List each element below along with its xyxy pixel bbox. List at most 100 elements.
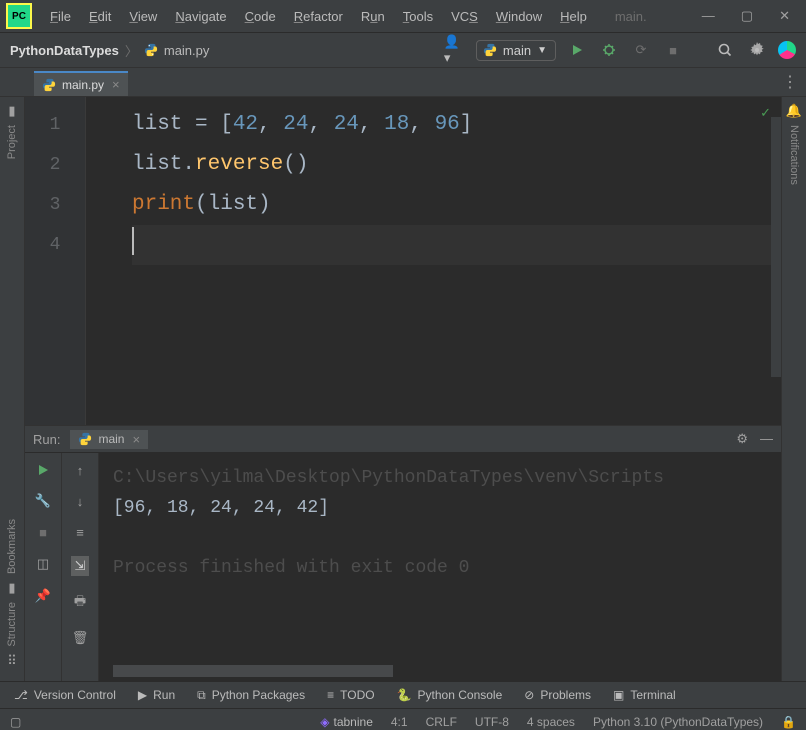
titlebar-context: main. [615,9,647,24]
run-button[interactable] [566,39,588,61]
code-editor[interactable]: 1 2 3 4 list = [42, 24, 24, 18, 96] list… [25,97,781,425]
window-maximize-icon[interactable]: ▢ [741,8,753,24]
menu-window[interactable]: Window [496,9,542,24]
left-sidebar: ▮ Project Bookmarks ▮ Structure ⠿ [0,97,25,681]
breadcrumb-file[interactable]: main.py [164,43,210,58]
status-cursor-pos[interactable]: 4:1 [391,715,408,729]
status-lock-icon[interactable]: 🔒 [781,715,796,729]
sidebar-notifications[interactable]: Notifications [788,125,800,185]
down-arrow-icon[interactable]: ↓ [77,494,84,509]
code-with-me-icon[interactable] [778,41,796,59]
stop-icon[interactable]: ■ [39,525,47,540]
up-arrow-icon[interactable]: ↑ [77,463,84,478]
status-indent[interactable]: 4 spaces [527,715,575,729]
status-line-sep[interactable]: CRLF [426,715,457,729]
sidebar-project[interactable]: Project [6,125,18,159]
user-icon[interactable]: 👤▾ [444,39,466,61]
menu-file[interactable]: File [50,9,71,24]
status-tabnine[interactable]: ◈tabnine [320,715,373,729]
run-output[interactable]: C:\Users\yilma\Desktop\PythonDataTypes\v… [99,453,781,681]
play-icon: ▶ [138,688,147,702]
run-tab-label: main [98,432,124,446]
status-interpreter[interactable]: Python 3.10 (PythonDataTypes) [593,715,763,729]
right-sidebar: 🔔 Notifications [781,97,806,681]
menu-edit[interactable]: Edit [89,9,111,24]
wrench-icon[interactable]: 🔧 [35,493,51,509]
breadcrumb: PythonDataTypes 〉 main.py [10,41,444,60]
layout-icon[interactable]: ◫ [37,556,49,572]
app-logo-icon: PC [6,3,32,29]
vertical-scrollbar[interactable] [771,117,781,377]
line-number: 4 [25,225,85,265]
menu-help[interactable]: Help [560,9,587,24]
code-line [132,225,781,265]
bookmarks-icon[interactable]: ▮ [8,580,15,596]
debug-button[interactable] [598,39,620,61]
run-panel-tab[interactable]: main × [70,430,148,449]
tool-todo[interactable]: ≡TODO [327,688,374,702]
tab-main-py[interactable]: main.py × [34,71,128,96]
editor-tabs: main.py × ⋮ [0,68,806,97]
main-menu: File Edit View Navigate Code Refactor Ru… [50,9,702,24]
tool-problems[interactable]: ⊘Problems [524,688,591,702]
python-icon [483,43,497,57]
project-tool-icon[interactable]: ▮ [8,103,15,119]
stop-button[interactable]: ■ [662,39,684,61]
rerun-icon[interactable] [36,463,50,477]
tool-python-packages[interactable]: ⧉Python Packages [197,688,305,703]
sidebar-bookmarks[interactable]: Bookmarks [6,519,18,574]
editor-margin [86,97,132,425]
run-panel-settings-icon[interactable]: ⚙ [736,431,748,447]
search-icon[interactable] [714,39,736,61]
pin-icon[interactable]: 📌 [35,588,51,604]
run-panel-title: Run: [33,432,60,447]
tool-version-control[interactable]: ⎇Version Control [14,688,116,702]
bell-icon[interactable]: 🔔 [786,103,802,119]
menu-code[interactable]: Code [245,9,276,24]
menu-run[interactable]: Run [361,9,385,24]
soft-wrap-icon[interactable]: ≡ [76,525,84,540]
horizontal-scrollbar[interactable] [113,665,393,677]
status-encoding[interactable]: UTF-8 [475,715,509,729]
menu-vcs[interactable]: VCS [451,9,478,24]
line-number: 1 [25,105,85,145]
menu-refactor[interactable]: Refactor [294,9,343,24]
sidebar-structure[interactable]: Structure [6,602,18,647]
print-icon[interactable]: 🖶 [74,592,86,614]
line-number: 2 [25,145,85,185]
trash-icon[interactable]: 🗑 [72,630,89,646]
window-close-icon[interactable]: ✕ [779,8,790,24]
code-line: list.reverse() [132,145,781,185]
run-config-selector[interactable]: main ▼ [476,40,556,61]
output-exit: Process finished with exit code 0 [113,553,767,583]
inspection-ok-icon[interactable]: ✓ [760,105,771,121]
tool-python-console[interactable]: 🐍Python Console [397,688,503,702]
breadcrumb-separator-icon: 〉 [125,41,138,60]
run-panel-hide-icon[interactable]: — [760,431,773,447]
menu-view[interactable]: View [129,9,157,24]
tool-terminal[interactable]: ▣Terminal [613,688,676,702]
bottom-tools-bar: ⎇Version Control ▶Run ⧉Python Packages ≡… [0,681,806,708]
status-quickaccess-icon[interactable]: ▢ [10,715,21,729]
breadcrumb-project[interactable]: PythonDataTypes [10,43,119,58]
python-icon: 🐍 [397,688,412,702]
run-tab-close-icon[interactable]: × [132,432,140,447]
settings-icon[interactable] [746,39,768,61]
line-number: 3 [25,185,85,225]
error-icon: ⊘ [524,688,534,702]
run-panel: Run: main × ⚙ — 🔧 ■ ◫ 📌 [25,425,781,681]
menu-tools[interactable]: Tools [403,9,433,24]
tab-label: main.py [62,78,104,92]
tab-overflow-icon[interactable]: ⋮ [782,72,798,92]
code-area[interactable]: list = [42, 24, 24, 18, 96] list.reverse… [132,97,781,425]
python-icon [78,432,92,446]
list-icon: ≡ [327,688,334,702]
structure-icon[interactable]: ⠿ [7,653,17,669]
scroll-to-end-icon[interactable]: ⇲ [71,556,90,576]
tool-run[interactable]: ▶Run [138,688,175,702]
menu-navigate[interactable]: Navigate [175,9,226,24]
tab-close-icon[interactable]: × [112,77,120,92]
toolbar-right: 👤▾ main ▼ ⟳ ■ [444,39,796,61]
window-minimize-icon[interactable]: — [702,8,715,24]
coverage-button[interactable]: ⟳ [630,39,652,61]
